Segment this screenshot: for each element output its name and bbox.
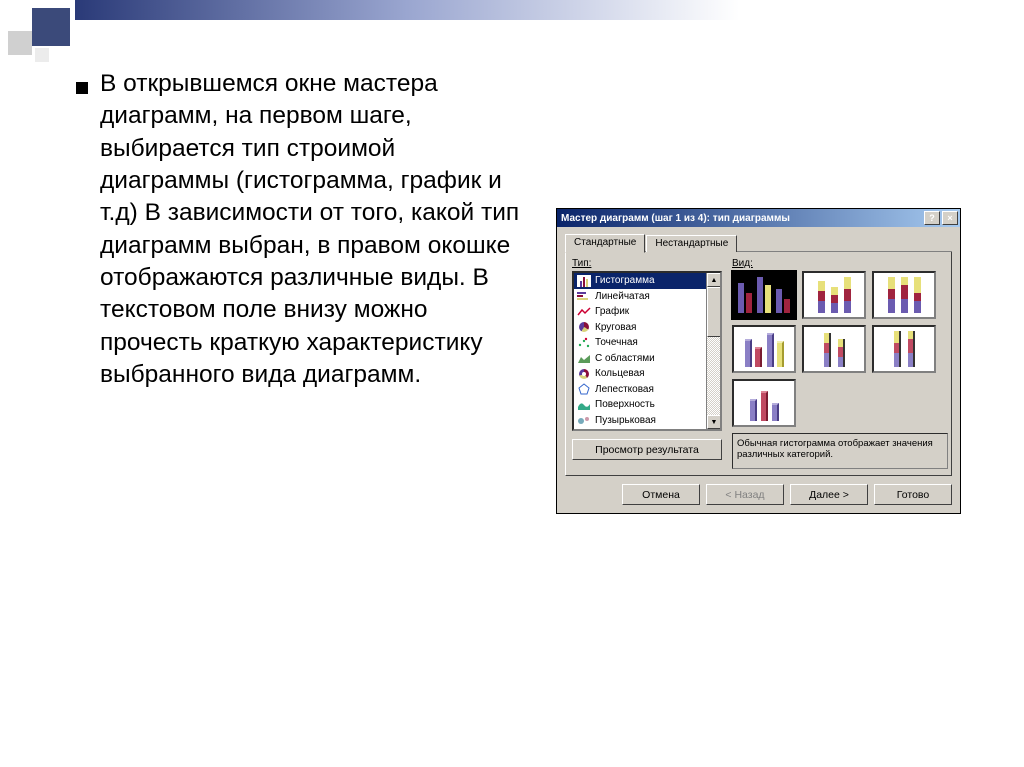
pie-icon (577, 321, 591, 333)
subtype-clustered-column[interactable] (732, 271, 796, 319)
chart-type-listbox[interactable]: Гистограмма Линейчатая График Круго (572, 271, 722, 431)
subtype-3d-100pct-stacked-column[interactable] (872, 325, 936, 373)
histogram-icon (577, 275, 591, 287)
slide-bullet: В открывшемся окне мастера диаграмм, на … (100, 68, 530, 391)
close-button[interactable]: × (942, 211, 958, 225)
line-icon (577, 306, 591, 318)
preview-result-button[interactable]: Просмотр результата (572, 439, 722, 460)
list-item[interactable]: Круговая (574, 320, 720, 336)
scroll-up-button[interactable]: ▲ (707, 273, 721, 287)
tab-standard[interactable]: Стандартные (565, 234, 645, 253)
finish-button[interactable]: Готово (874, 484, 952, 505)
next-button[interactable]: Далее > (790, 484, 868, 505)
tab-panel-standard: Тип: Гистограмма Линейчатая График (565, 252, 952, 476)
label-view: Вид: (732, 258, 948, 269)
surface-icon (577, 399, 591, 411)
list-item[interactable]: Точечная (574, 335, 720, 351)
subtype-description: Обычная гистограмма отображает значения … (732, 433, 948, 469)
list-item[interactable]: Лепестковая (574, 382, 720, 398)
list-item[interactable]: Линейчатая (574, 289, 720, 305)
label-type: Тип: (572, 258, 722, 269)
doughnut-icon (577, 368, 591, 380)
bubble-icon (577, 414, 591, 426)
back-button: < Назад (706, 484, 784, 505)
chart-subtype-grid (732, 271, 948, 427)
list-item[interactable]: С областями (574, 351, 720, 367)
dialog-titlebar[interactable]: Мастер диаграмм (шаг 1 из 4): тип диагра… (557, 209, 960, 227)
scroll-thumb[interactable] (707, 287, 721, 337)
subtype-stacked-column[interactable] (802, 271, 866, 319)
chart-wizard-dialog: Мастер диаграмм (шаг 1 из 4): тип диагра… (556, 208, 961, 514)
list-item[interactable]: Кольцевая (574, 366, 720, 382)
listbox-scrollbar[interactable]: ▲ ▼ (706, 273, 720, 429)
tab-nonstandard[interactable]: Нестандартные (646, 235, 737, 252)
subtype-100pct-stacked-column[interactable] (872, 271, 936, 319)
slide-bullet-text: В открывшемся окне мастера диаграмм, на … (100, 68, 530, 391)
bar-icon (577, 290, 591, 302)
dialog-title: Мастер диаграмм (шаг 1 из 4): тип диагра… (561, 213, 790, 224)
area-icon (577, 352, 591, 364)
radar-icon (577, 383, 591, 395)
help-button[interactable]: ? (924, 211, 940, 225)
subtype-3d-column[interactable] (732, 379, 796, 427)
list-item[interactable]: Поверхность (574, 397, 720, 413)
slide-corner-decoration (8, 8, 188, 68)
list-item[interactable]: Пузырьковая (574, 413, 720, 429)
list-item[interactable]: Гистограмма (574, 273, 720, 289)
list-item[interactable]: График (574, 304, 720, 320)
cancel-button[interactable]: Отмена (622, 484, 700, 505)
slide-top-gradient (75, 0, 1024, 20)
scatter-icon (577, 337, 591, 349)
tab-strip: Стандартные Нестандартные (565, 233, 952, 252)
scroll-down-button[interactable]: ▼ (707, 415, 721, 429)
subtype-3d-clustered-column[interactable] (732, 325, 796, 373)
subtype-3d-stacked-column[interactable] (802, 325, 866, 373)
